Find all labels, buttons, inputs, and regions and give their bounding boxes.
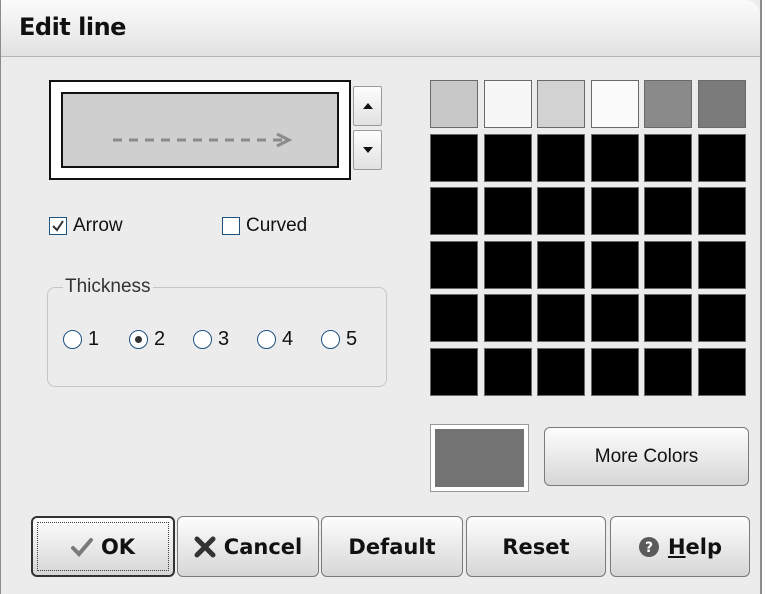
color-swatch[interactable] — [483, 294, 532, 343]
radio-circle[interactable] — [193, 329, 212, 349]
color-swatch[interactable] — [537, 294, 586, 343]
color-swatch[interactable] — [698, 80, 746, 128]
curved-label: Curved — [246, 215, 308, 236]
color-swatch[interactable] — [483, 348, 532, 396]
dialog-title: Edit line — [19, 13, 126, 41]
color-swatch[interactable] — [644, 348, 693, 396]
style-down-button[interactable] — [353, 130, 382, 170]
dashed-arrow-preview — [113, 132, 293, 148]
color-swatch[interactable] — [644, 187, 693, 236]
thickness-label-1: 1 — [88, 327, 100, 350]
color-swatch[interactable] — [590, 133, 639, 182]
thickness-option-2[interactable]: 2 — [129, 326, 165, 352]
arrow-up-icon — [363, 103, 373, 109]
thickness-label-2: 2 — [154, 327, 166, 350]
color-swatch[interactable] — [483, 240, 532, 289]
color-swatch[interactable] — [698, 187, 746, 236]
cancel-label: Cancel — [223, 534, 303, 559]
curved-checkbox-box[interactable] — [222, 217, 240, 235]
arrow-label: Arrow — [73, 215, 123, 236]
color-swatch[interactable] — [590, 187, 639, 236]
current-color-preview — [430, 424, 529, 492]
color-swatch[interactable] — [698, 294, 746, 343]
style-up-button[interactable] — [353, 86, 382, 126]
color-swatch[interactable] — [644, 294, 693, 343]
thickness-option-3[interactable]: 3 — [193, 326, 229, 352]
radio-circle-selected[interactable] — [129, 329, 148, 349]
color-swatch[interactable] — [537, 133, 586, 182]
line-preview-frame — [49, 80, 351, 180]
more-colors-button[interactable]: More Colors — [544, 427, 749, 486]
color-swatch[interactable] — [590, 240, 639, 289]
current-color-swatch — [435, 429, 524, 487]
thickness-label-4: 4 — [282, 327, 294, 350]
help-label: elp — [685, 534, 723, 559]
thickness-option-5[interactable]: 5 — [321, 326, 357, 352]
color-swatch[interactable] — [430, 133, 478, 182]
checkmark-icon — [70, 537, 93, 557]
color-swatch[interactable] — [590, 80, 639, 128]
color-swatch[interactable] — [537, 348, 586, 396]
color-swatch[interactable] — [698, 348, 746, 396]
radio-circle[interactable] — [321, 329, 340, 349]
line-preview — [61, 92, 339, 168]
edit-line-dialog: Edit line Arrow Curved Thickness 1 2 3 4… — [0, 0, 762, 594]
color-swatch[interactable] — [698, 240, 746, 289]
title-bar[interactable]: Edit line — [1, 0, 760, 57]
cancel-x-icon — [194, 536, 216, 558]
help-mnemonic: H — [667, 534, 686, 559]
thickness-option-1[interactable]: 1 — [63, 326, 99, 352]
color-swatch[interactable] — [430, 348, 478, 396]
color-swatch[interactable] — [430, 294, 478, 343]
curved-checkbox[interactable]: Curved — [222, 214, 307, 238]
thickness-label-5: 5 — [346, 327, 358, 350]
thickness-legend: Thickness — [63, 276, 153, 298]
svg-text:?: ? — [645, 540, 653, 556]
thickness-option-4[interactable]: 4 — [257, 326, 293, 352]
reset-button[interactable]: Reset — [466, 516, 606, 577]
radio-circle[interactable] — [63, 329, 82, 349]
color-swatch[interactable] — [644, 240, 693, 289]
color-swatch[interactable] — [483, 187, 532, 236]
color-swatch[interactable] — [537, 187, 586, 236]
cancel-button[interactable]: Cancel — [177, 516, 319, 577]
ok-label: OK — [100, 534, 136, 559]
color-swatch[interactable] — [698, 133, 746, 182]
color-swatch[interactable] — [644, 80, 693, 128]
color-swatch[interactable] — [430, 240, 478, 289]
help-button[interactable]: ? Help — [610, 516, 750, 577]
color-swatch[interactable] — [590, 348, 639, 396]
color-swatch[interactable] — [430, 187, 478, 236]
thickness-label-3: 3 — [218, 327, 230, 350]
arrow-down-icon — [363, 147, 373, 153]
color-swatch[interactable] — [537, 80, 586, 128]
color-swatch[interactable] — [430, 80, 478, 128]
help-icon: ? — [638, 536, 660, 558]
radio-circle[interactable] — [257, 329, 276, 349]
checkmark-icon — [52, 220, 64, 232]
color-swatch[interactable] — [537, 240, 586, 289]
color-swatch[interactable] — [644, 133, 693, 182]
ok-button[interactable]: OK — [31, 516, 175, 577]
color-swatch[interactable] — [590, 294, 639, 343]
arrow-checkbox-box[interactable] — [49, 217, 67, 235]
default-button[interactable]: Default — [321, 516, 463, 577]
color-swatch[interactable] — [483, 133, 532, 182]
arrow-checkbox[interactable]: Arrow — [49, 214, 123, 238]
color-swatch[interactable] — [483, 80, 532, 128]
